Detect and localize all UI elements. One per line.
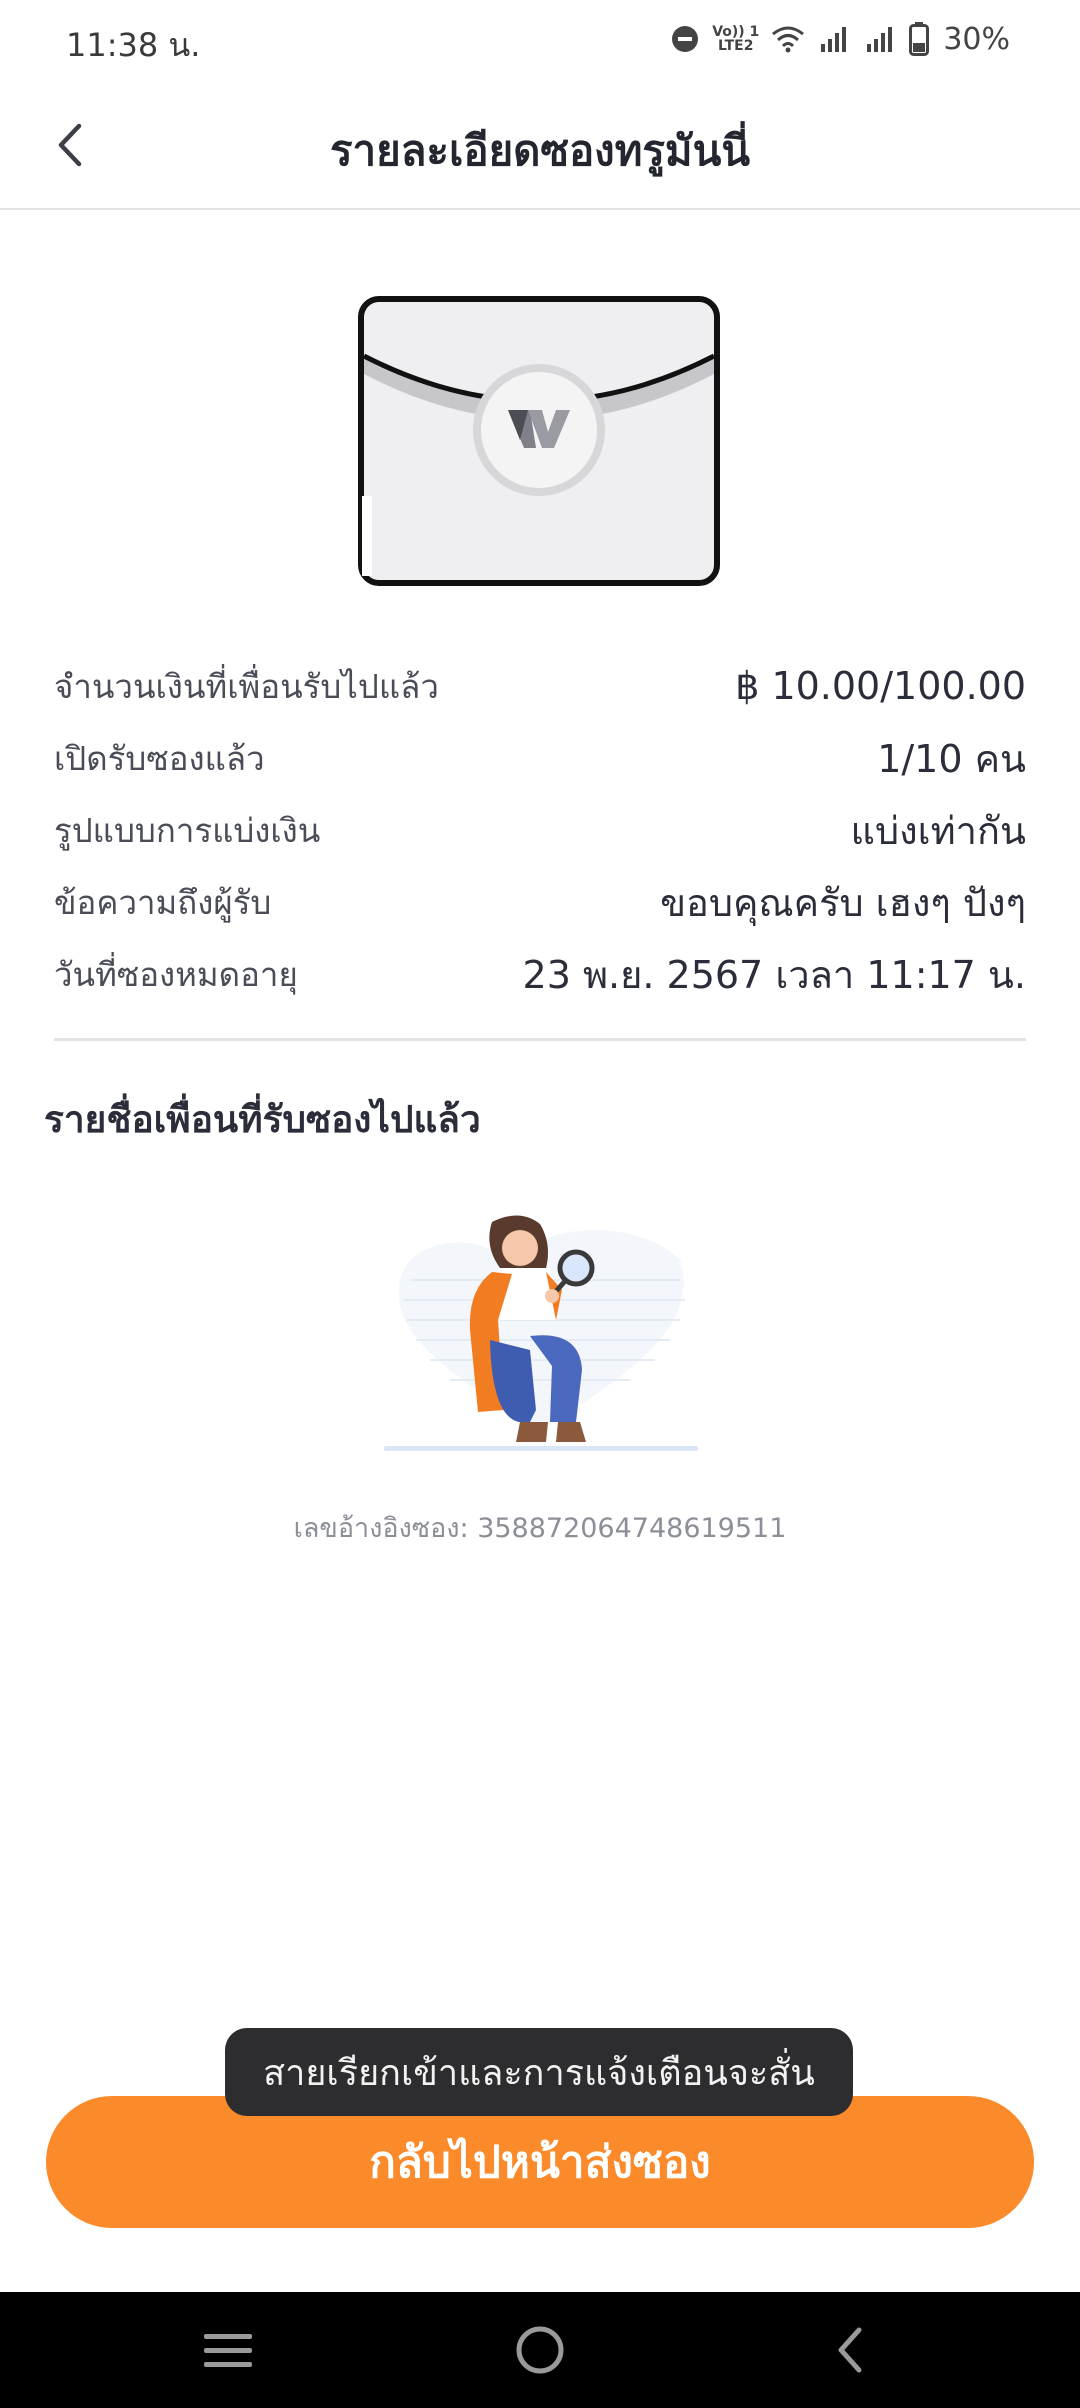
signal-icon-sim1 <box>821 27 847 52</box>
circle-home-icon <box>516 2326 564 2374</box>
detail-value: 1/10 คน <box>877 736 1026 781</box>
detail-value: ขอบคุณครับ เฮงๆ ปังๆ <box>660 880 1026 925</box>
receivers-section-title: รายชื่อเพื่อนที่รับซองไปแล้ว <box>44 1098 481 1141</box>
battery-icon <box>909 22 930 56</box>
detail-label: จำนวนเงินที่เพื่อนรับไปแล้ว <box>54 666 439 706</box>
status-icons: Vo)) 1 LTE2 30% <box>670 18 1010 60</box>
detail-row-split-type: รูปแบบการแบ่งเงิน แบ่งเท่ากัน <box>54 794 1026 866</box>
status-bar: 11:38 น. Vo)) 1 LTE2 30% <box>0 0 1080 80</box>
status-time: 11:38 น. <box>66 26 201 64</box>
detail-value: แบ่งเท่ากัน <box>850 808 1026 853</box>
app-header: รายละเอียดซองทรูมันนี่ <box>0 80 1080 210</box>
back-to-send-label: กลับไปหน้าส่งซอง <box>369 2137 711 2188</box>
battery-percent: 30% <box>943 21 1010 57</box>
nav-back-button[interactable] <box>810 2314 890 2386</box>
envelope-image <box>358 296 720 586</box>
signal-icon-sim2 <box>867 27 893 52</box>
envelope-reference-number: เลขอ้างอิงซอง: 358872064748619511 <box>293 1513 787 1544</box>
detail-row-message: ข้อความถึงผู้รับ ขอบคุณครับ เฮงๆ ปังๆ <box>54 866 1026 938</box>
divider <box>54 1038 1026 1041</box>
page-title: รายละเอียดซองทรูมันนี่ <box>329 126 751 175</box>
detail-row-expiry: วันที่ซองหมดอายุ 23 พ.ย. 2567 เวลา 11:17… <box>54 938 1026 1010</box>
chevron-left-icon <box>838 2327 862 2373</box>
detail-row-amount-received: จำนวนเงินที่เพื่อนรับไปแล้ว ฿ 10.00/100.… <box>54 650 1026 722</box>
detail-label: ข้อความถึงผู้รับ <box>54 882 272 922</box>
detail-label: วันที่ซองหมดอายุ <box>54 954 298 994</box>
toast-notification: สายเรียกเข้าและการแจ้งเตือนจะสั่น <box>225 2028 853 2116</box>
detail-label: รูปแบบการแบ่งเงิน <box>54 810 321 850</box>
volte-icon: Vo)) 1 LTE2 <box>712 24 760 54</box>
detail-value: ฿ 10.00/100.00 <box>735 664 1026 708</box>
empty-state-illustration <box>380 1210 700 1460</box>
envelope-details: จำนวนเงินที่เพื่อนรับไปแล้ว ฿ 10.00/100.… <box>54 650 1026 1010</box>
detail-label: เปิดรับซองแล้ว <box>54 738 265 778</box>
toast-text: สายเรียกเข้าและการแจ้งเตือนจะสั่น <box>263 2052 815 2094</box>
wifi-icon <box>772 26 805 53</box>
nav-recent-apps-button[interactable] <box>188 2314 268 2386</box>
detail-value: 23 พ.ย. 2567 เวลา 11:17 น. <box>522 952 1026 997</box>
nav-home-button[interactable] <box>500 2314 580 2386</box>
do-not-disturb-icon <box>672 26 699 52</box>
detail-row-opened-count: เปิดรับซองแล้ว 1/10 คน <box>54 722 1026 794</box>
system-nav-bar <box>0 2292 1080 2408</box>
menu-lines-icon <box>204 2334 252 2367</box>
